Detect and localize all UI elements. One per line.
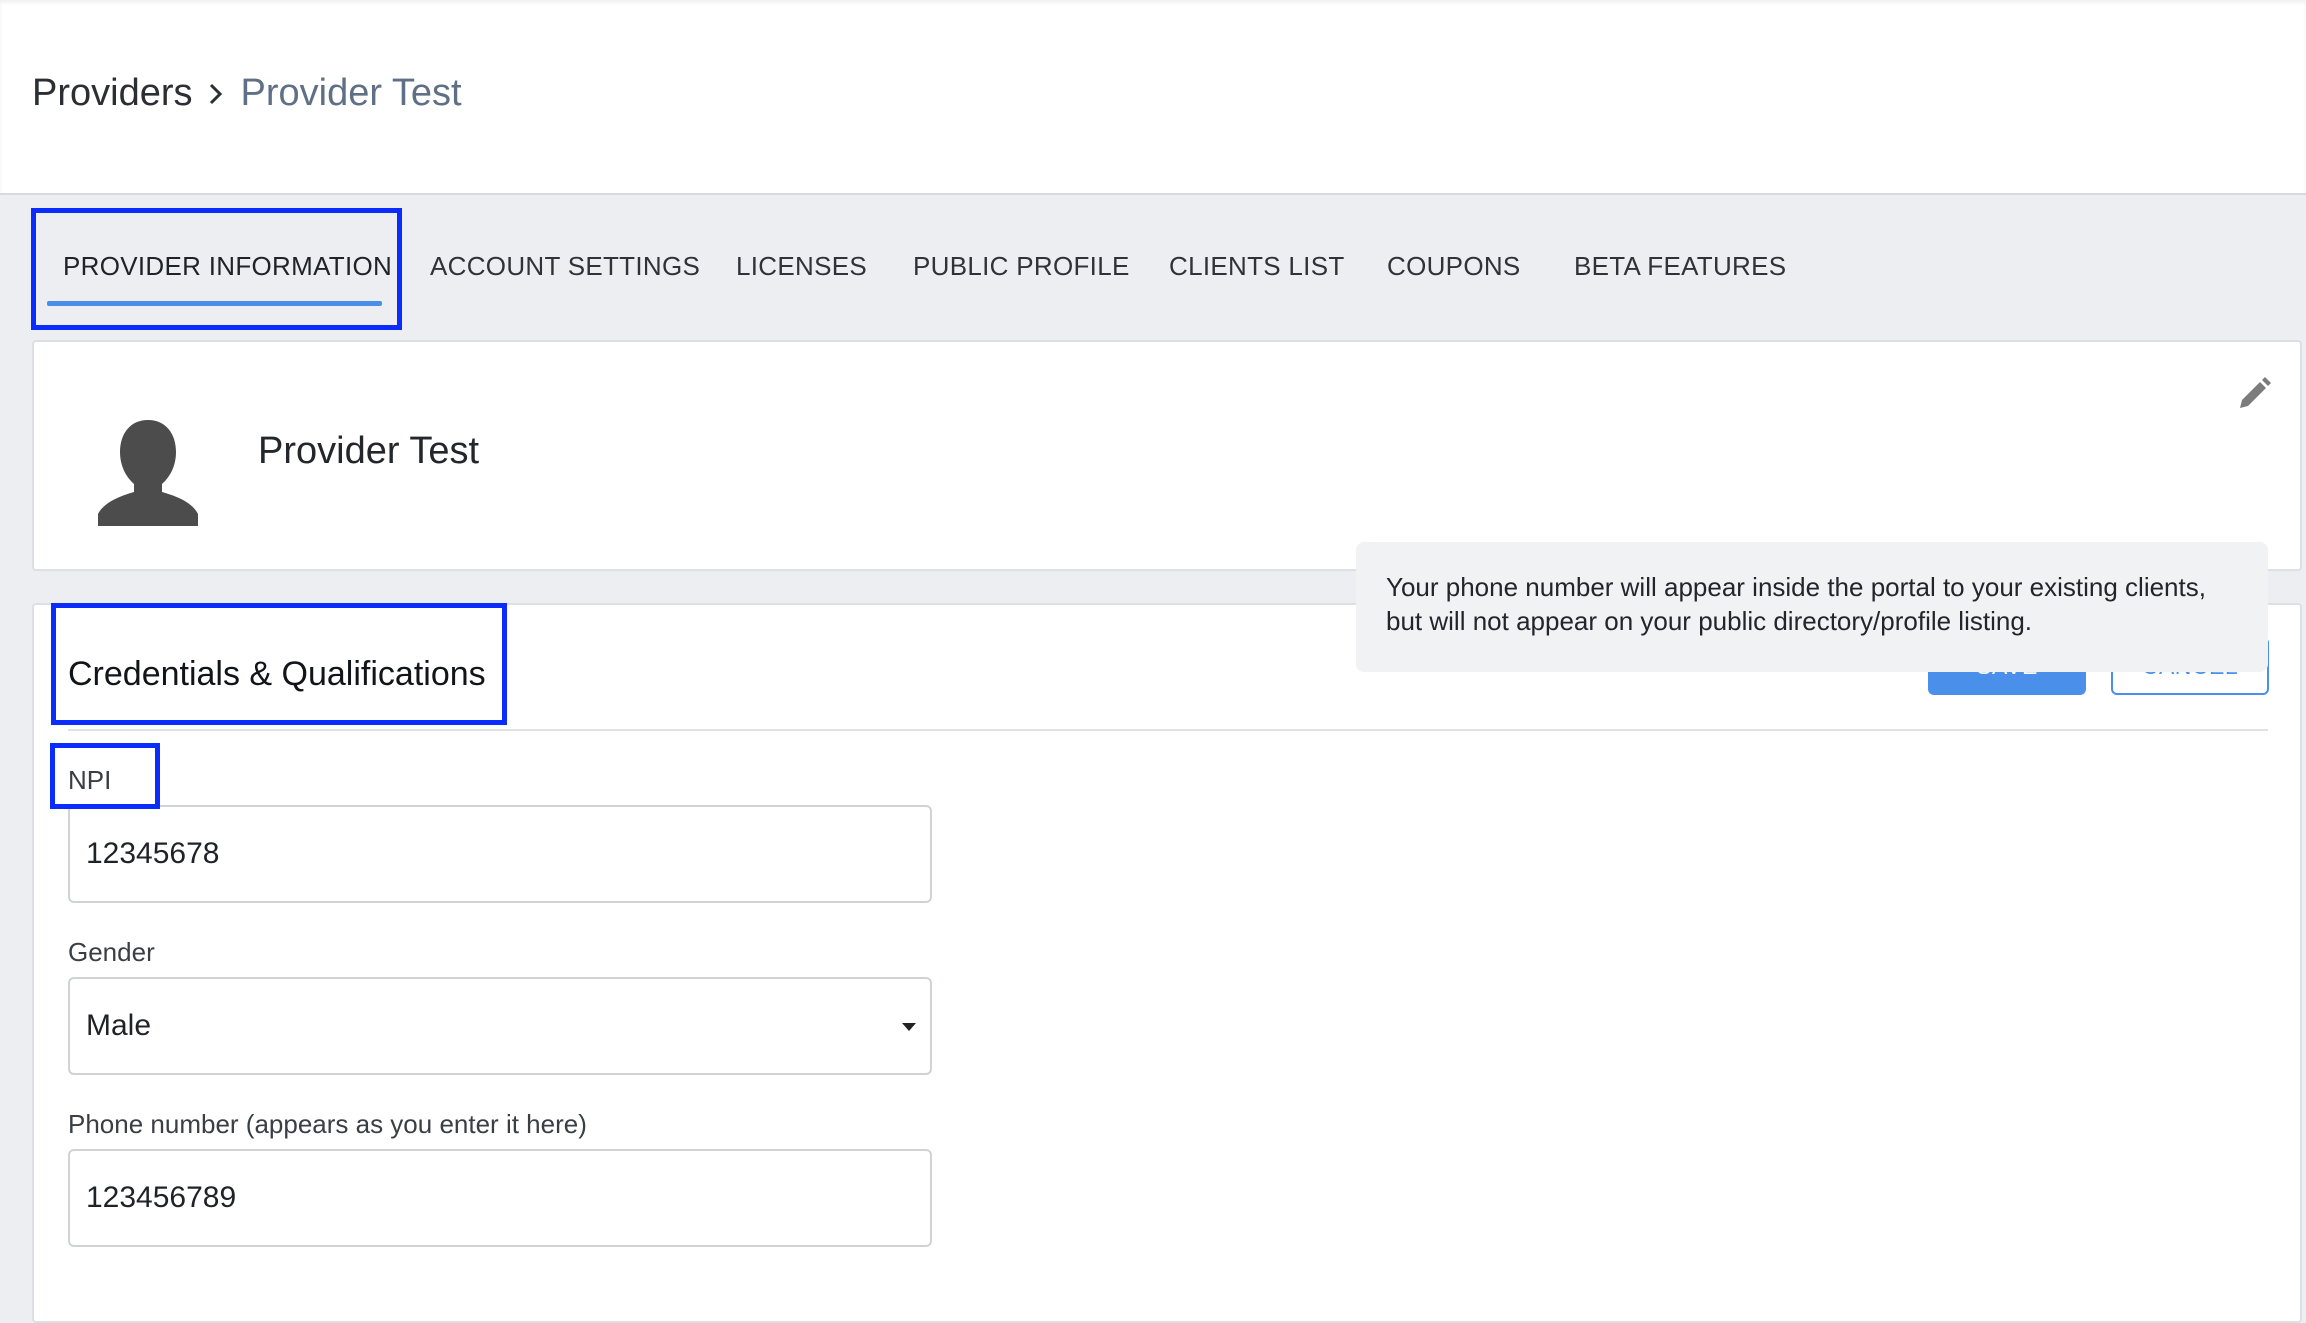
npi-input[interactable]: 12345678 — [68, 805, 932, 903]
pencil-icon[interactable] — [2236, 374, 2272, 410]
breadcrumb-providers-link[interactable]: Providers — [32, 72, 193, 115]
caret-down-icon — [902, 1023, 916, 1031]
phone-info-note: Your phone number will appear inside the… — [1356, 542, 2268, 672]
phone-label: Phone number (appears as you enter it he… — [68, 1109, 587, 1139]
profile-card: Provider Test — [32, 340, 2302, 571]
section-divider — [68, 729, 2268, 731]
person-silhouette-icon — [96, 414, 200, 530]
tab-public-profile[interactable]: PUBLIC PROFILE — [913, 208, 1130, 324]
gender-select[interactable]: Male — [68, 977, 932, 1075]
header-bar: Providers Provider Test — [0, 0, 2306, 195]
chevron-right-icon — [209, 83, 223, 105]
tab-coupons[interactable]: COUPONS — [1387, 208, 1521, 324]
credentials-card: Credentials & Qualifications SAVE CANCEL… — [32, 603, 2302, 1323]
active-tab-indicator — [47, 301, 382, 306]
tab-licenses[interactable]: LICENSES — [736, 208, 867, 324]
breadcrumb-current: Provider Test — [240, 72, 462, 114]
npi-label: NPI — [68, 765, 112, 795]
section-title: Credentials & Qualifications — [68, 655, 486, 693]
phone-input[interactable]: 123456789 — [68, 1149, 932, 1247]
breadcrumb: Providers Provider Test — [32, 72, 462, 115]
tab-beta-features[interactable]: BETA FEATURES — [1574, 208, 1786, 324]
tab-bar: PROVIDER INFORMATION ACCOUNT SETTINGS LI… — [32, 208, 1832, 328]
gender-label: Gender — [68, 937, 155, 967]
tab-provider-information[interactable]: PROVIDER INFORMATION — [63, 208, 392, 324]
tab-account-settings[interactable]: ACCOUNT SETTINGS — [430, 208, 700, 324]
tab-clients-list[interactable]: CLIENTS LIST — [1169, 208, 1345, 324]
gender-select-value: Male — [86, 1009, 152, 1042]
profile-name: Provider Test — [258, 430, 480, 472]
